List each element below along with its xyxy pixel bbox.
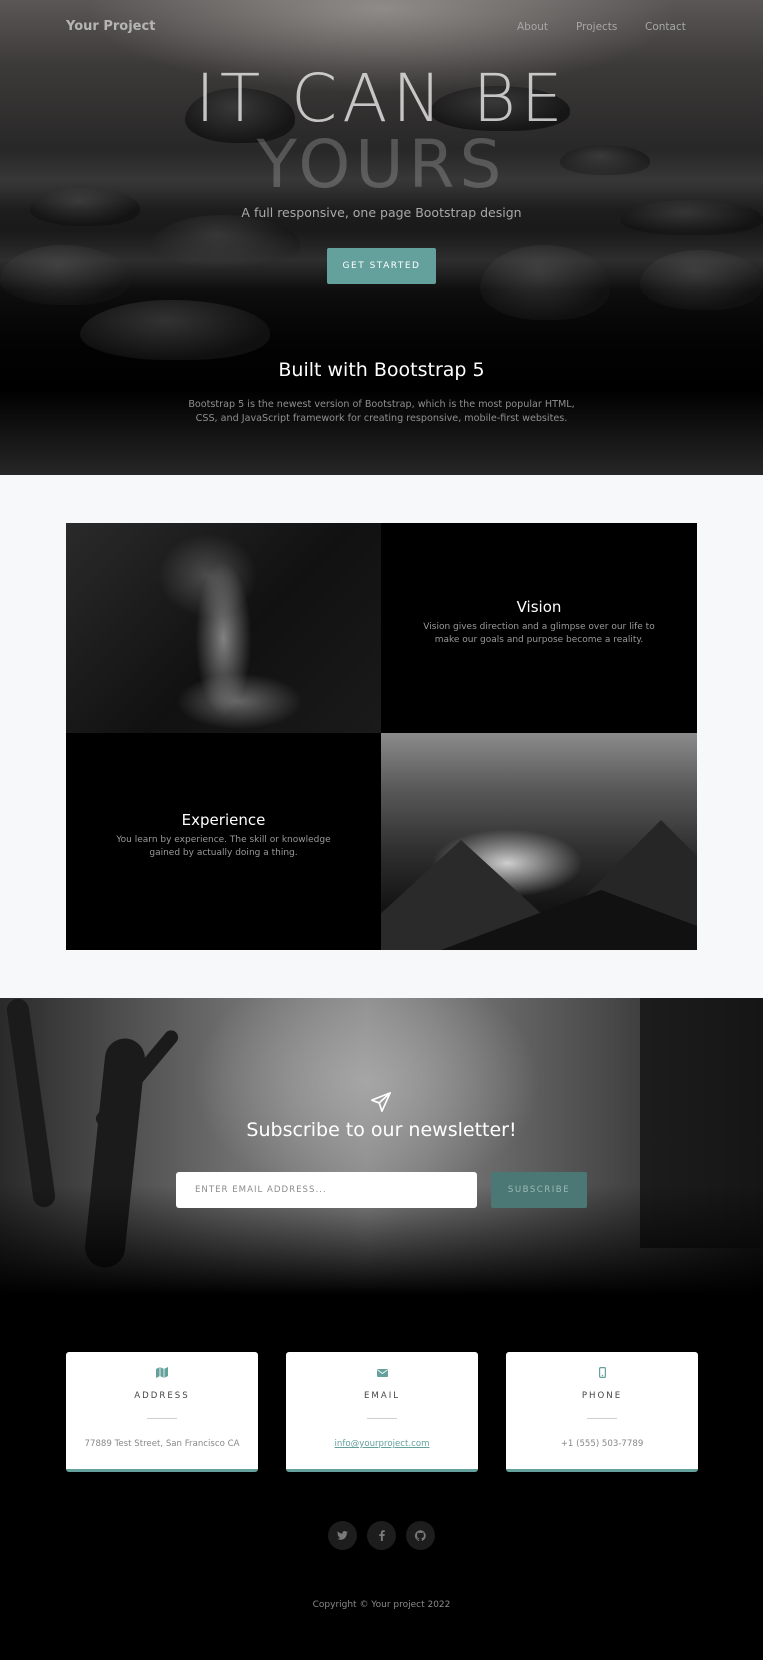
hero-section: Your Project About Projects Contact IT C…	[0, 0, 763, 475]
contact-card-phone: PHONE +1 (555) 503-7789	[506, 1352, 698, 1472]
hero-title-line2: YOURS	[256, 126, 507, 203]
newsletter-section: Subscribe to our newsletter! SUBSCRIBE	[0, 998, 763, 1295]
divider	[367, 1418, 397, 1419]
about-description: Bootstrap 5 is the newest version of Boo…	[188, 399, 575, 424]
github-icon[interactable]	[406, 1521, 435, 1550]
project-title-experience: Experience	[181, 811, 266, 829]
projects-grid: Vision Vision gives direction and a glim…	[66, 523, 697, 950]
divider	[147, 1418, 177, 1419]
project-title-vision: Vision	[516, 598, 562, 616]
get-started-button[interactable]: GET STARTED	[327, 248, 436, 284]
nav-link-contact[interactable]: Contact	[645, 21, 686, 33]
copyright-text: Copyright © Your project 2022	[312, 1600, 451, 1610]
contact-value-phone: +1 (555) 503-7789	[560, 1439, 644, 1449]
project-description-experience: You learn by experience. The skill or kn…	[116, 835, 331, 858]
contact-card-address: ADDRESS 77889 Test Street, San Francisco…	[66, 1352, 258, 1472]
nav-link-projects[interactable]: Projects	[576, 21, 617, 33]
mobile-icon	[506, 1367, 698, 1381]
newsletter-title: Subscribe to our newsletter!	[246, 1119, 517, 1141]
hero-subtitle: A full responsive, one page Bootstrap de…	[241, 205, 522, 220]
about-title: Built with Bootstrap 5	[278, 359, 485, 381]
projects-section: Vision Vision gives direction and a glim…	[0, 475, 763, 998]
smoke-image	[66, 523, 381, 733]
project-description-vision: Vision gives direction and a glimpse ove…	[423, 622, 655, 645]
contact-label-email: EMAIL	[363, 1391, 401, 1401]
tree-trunk	[5, 998, 57, 1209]
navbar: Your Project About Projects Contact	[0, 0, 763, 52]
facebook-icon[interactable]	[367, 1521, 396, 1550]
nav-link-about[interactable]: About	[517, 21, 548, 33]
subscribe-button[interactable]: SUBSCRIBE	[491, 1172, 587, 1208]
brand-logo[interactable]: Your Project	[66, 19, 155, 34]
divider	[587, 1418, 617, 1419]
mountain-peak	[441, 890, 697, 950]
contact-card-email: EMAIL info@yourproject.com	[286, 1352, 478, 1472]
hero-title-line1: IT CAN BE	[195, 60, 568, 137]
map-icon	[66, 1367, 258, 1381]
contact-value-address: 77889 Test Street, San Francisco CA	[84, 1439, 240, 1449]
hero-rock	[80, 300, 270, 360]
envelope-icon	[286, 1367, 478, 1380]
contact-label-address: ADDRESS	[134, 1391, 190, 1401]
contact-label-phone: PHONE	[581, 1391, 623, 1401]
mountain-image	[381, 733, 697, 950]
email-input[interactable]	[176, 1172, 477, 1208]
twitter-icon[interactable]	[328, 1521, 357, 1550]
contact-value-email[interactable]: info@yourproject.com	[286, 1439, 478, 1449]
paper-plane-icon	[371, 1092, 391, 1112]
